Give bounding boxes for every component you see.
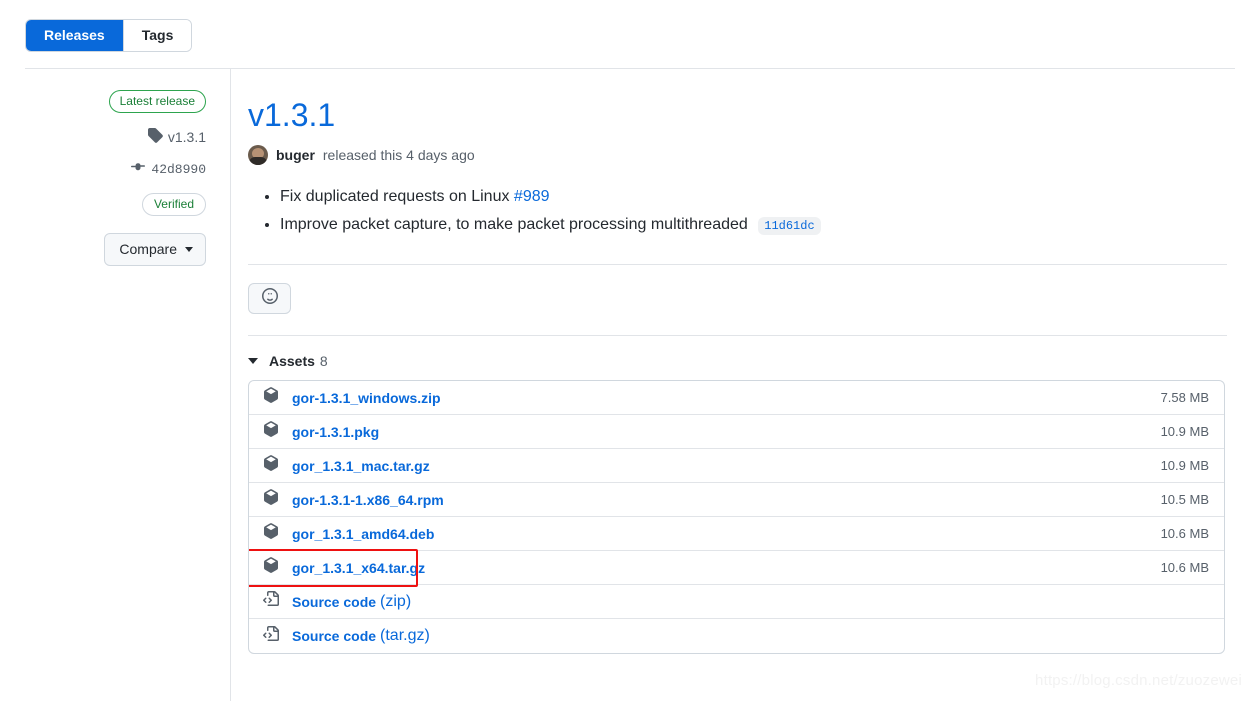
package-icon	[263, 523, 279, 544]
asset-size: 10.9 MB	[1160, 424, 1209, 439]
commit-hash: 42d8990	[151, 162, 206, 177]
table-row[interactable]: Source code (zip)	[249, 585, 1224, 619]
release-byline: buger released this 4 days ago	[248, 145, 1228, 165]
watermark: https://blog.csdn.net/zuozewei	[1035, 672, 1242, 689]
published-text: released this 4 days ago	[322, 147, 475, 163]
assets-list: gor-1.3.1_windows.zip 7.58 MB gor-1.3.1.…	[248, 380, 1225, 654]
asset-name[interactable]: Source code	[292, 594, 376, 610]
table-row[interactable]: gor-1.3.1.pkg 10.9 MB	[249, 415, 1224, 449]
commit-row[interactable]: 42d8990	[130, 160, 206, 179]
asset-name[interactable]: gor-1.3.1_windows.zip	[292, 390, 441, 406]
sidebar-divider	[230, 69, 231, 701]
note-text: Improve packet capture, to make packet p…	[280, 216, 748, 233]
release-notes: Fix duplicated requests on Linux #989 Im…	[248, 183, 1228, 240]
file-code-icon	[263, 625, 279, 647]
table-row[interactable]: gor_1.3.1_x64.tar.gz 10.6 MB	[249, 549, 1224, 587]
package-icon	[263, 455, 279, 476]
tab-releases[interactable]: Releases	[26, 20, 123, 51]
asset-size: 10.9 MB	[1160, 458, 1209, 473]
table-row[interactable]: gor_1.3.1_amd64.deb 10.6 MB	[249, 517, 1224, 551]
table-row[interactable]: Source code (tar.gz)	[249, 619, 1224, 653]
verified-badge[interactable]: Verified	[141, 193, 206, 216]
smiley-icon	[261, 288, 278, 309]
package-icon	[263, 489, 279, 510]
note-text: Fix duplicated requests on Linux	[280, 188, 510, 205]
asset-name[interactable]: gor_1.3.1_mac.tar.gz	[292, 458, 430, 474]
asset-extension[interactable]: (zip)	[380, 593, 411, 611]
tag-icon	[147, 127, 163, 146]
tag-name: v1.3.1	[167, 128, 206, 145]
chevron-down-icon	[248, 358, 258, 364]
file-code-icon	[263, 591, 279, 612]
commit-icon	[130, 160, 146, 179]
author-name[interactable]: buger	[276, 145, 315, 165]
release-title[interactable]: v1.3.1	[248, 95, 335, 135]
commit-chip[interactable]: 11d61dc	[758, 217, 821, 235]
divider-above-assets	[248, 335, 1227, 336]
releases-tags-tabbar: Releases Tags	[25, 19, 193, 52]
assets-toggle[interactable]: Assets 8	[248, 353, 1228, 369]
list-item: Improve packet capture, to make packet p…	[280, 211, 1228, 240]
asset-extension[interactable]: (tar.gz)	[380, 627, 430, 645]
asset-size: 10.6 MB	[1160, 560, 1209, 575]
avatar[interactable]	[248, 145, 268, 165]
asset-name[interactable]: gor-1.3.1-1.x86_64.rpm	[292, 492, 444, 508]
package-icon	[263, 387, 279, 408]
header-divider	[25, 68, 1235, 69]
table-row[interactable]: gor-1.3.1-1.x86_64.rpm 10.5 MB	[249, 483, 1224, 517]
compare-button-label: Compare	[119, 241, 177, 257]
tag-row[interactable]: v1.3.1	[147, 127, 206, 146]
table-row[interactable]: gor_1.3.1_mac.tar.gz 10.9 MB	[249, 449, 1224, 483]
issue-link[interactable]: #989	[514, 188, 550, 205]
release-sidebar: Latest release v1.3.1 42d8990 Verified C…	[0, 90, 218, 266]
divider-above-reactions	[248, 264, 1227, 265]
asset-size: 10.5 MB	[1160, 492, 1209, 507]
release-main: v1.3.1 buger released this 4 days ago Fi…	[248, 95, 1228, 654]
compare-button[interactable]: Compare	[104, 233, 206, 266]
asset-size: 10.6 MB	[1160, 526, 1209, 541]
add-reaction-button[interactable]	[248, 283, 291, 314]
list-item: Fix duplicated requests on Linux #989	[280, 183, 1228, 211]
chevron-down-icon	[185, 246, 193, 252]
asset-name[interactable]: gor_1.3.1_x64.tar.gz	[292, 560, 425, 576]
assets-count: 8	[319, 353, 328, 369]
assets-label: Assets	[269, 353, 315, 369]
asset-name[interactable]: gor-1.3.1.pkg	[292, 424, 379, 440]
tab-tags[interactable]: Tags	[122, 20, 192, 51]
package-icon	[263, 421, 279, 442]
latest-release-badge: Latest release	[108, 90, 206, 113]
asset-name[interactable]: Source code	[292, 628, 376, 644]
package-icon	[263, 557, 279, 578]
table-row[interactable]: gor-1.3.1_windows.zip 7.58 MB	[249, 381, 1224, 415]
asset-size: 7.58 MB	[1160, 390, 1209, 405]
asset-name[interactable]: gor_1.3.1_amd64.deb	[292, 526, 434, 542]
